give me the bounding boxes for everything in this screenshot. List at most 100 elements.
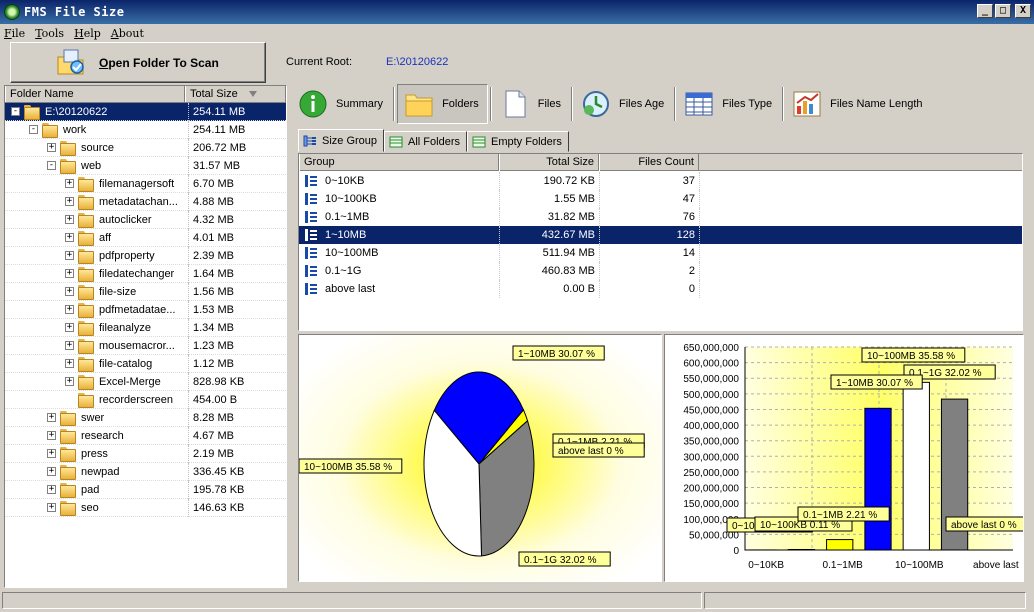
grid-row[interactable]: 0.1~1G 460.83 MB 2 xyxy=(299,262,1022,280)
expand-icon[interactable]: + xyxy=(47,467,56,476)
collapse-icon[interactable]: - xyxy=(11,107,20,116)
tab-empty-folders[interactable]: Empty Folders xyxy=(467,131,569,152)
grid-cell-files-count: 76 xyxy=(682,211,695,223)
tool-files-type[interactable]: Files Type xyxy=(678,84,780,124)
expand-icon[interactable]: + xyxy=(65,215,74,224)
grid-row[interactable]: 10~100KB 1.55 MB 47 xyxy=(299,190,1022,208)
tree-row[interactable]: + file-size 1.56 MB xyxy=(5,283,286,301)
minimize-button[interactable]: _ xyxy=(977,4,993,18)
tab-size-group[interactable]: Size Group xyxy=(298,129,385,152)
grid-row[interactable]: 10~100MB 511.94 MB 14 xyxy=(299,244,1022,262)
close-button[interactable]: X xyxy=(1015,4,1031,18)
grid-cell-total-size: 0.00 B xyxy=(563,283,595,295)
tree-row[interactable]: + filemanagersoft 6.70 MB xyxy=(5,175,286,193)
menu-help[interactable]: Help xyxy=(74,27,101,40)
tool-folders[interactable]: Folders xyxy=(397,84,488,124)
tree-row[interactable]: + swer 8.28 MB xyxy=(5,409,286,427)
expand-icon[interactable]: + xyxy=(65,323,74,332)
column-total-size[interactable]: Total Size xyxy=(499,154,599,171)
open-folder-button[interactable]: Open Folder To Scan xyxy=(10,42,266,83)
tree-row[interactable]: + file-catalog 1.12 MB xyxy=(5,355,286,373)
tree-row[interactable]: + press 2.19 MB xyxy=(5,445,286,463)
tree-row[interactable]: + pdfproperty 2.39 MB xyxy=(5,247,286,265)
tree-row[interactable]: + metadatachan... 4.88 MB xyxy=(5,193,286,211)
collapse-icon[interactable]: - xyxy=(29,125,38,134)
grid-row[interactable]: 1~10MB 432.67 MB 128 xyxy=(299,226,1022,244)
grid-row[interactable]: 0~10KB 190.72 KB 37 xyxy=(299,172,1022,190)
grid-row[interactable]: above last 0.00 B 0 xyxy=(299,280,1022,298)
toolbar-separator xyxy=(489,87,492,121)
tree-row[interactable]: + mousemacror... 1.23 MB xyxy=(5,337,286,355)
expand-icon[interactable]: + xyxy=(47,143,56,152)
tree-row[interactable]: + filedatechanger 1.64 MB xyxy=(5,265,286,283)
menu-about[interactable]: About xyxy=(111,27,144,40)
column-total-size[interactable]: Total Size xyxy=(185,86,286,102)
tree-row[interactable]: - E:\20120622 254.11 MB xyxy=(5,103,286,121)
svg-text:above last 0 %: above last 0 % xyxy=(951,520,1017,531)
tree-row[interactable]: + pdfmetadatae... 1.53 MB xyxy=(5,301,286,319)
tab-all-folders[interactable]: All Folders xyxy=(384,131,467,152)
y-tick-label: 550,000,000 xyxy=(683,374,739,385)
expand-icon[interactable]: + xyxy=(47,413,56,422)
grid-row[interactable]: 0.1~1MB 31.82 MB 76 xyxy=(299,208,1022,226)
tree-row-size: 1.34 MB xyxy=(193,322,234,334)
tree-row[interactable]: + autoclicker 4.32 MB xyxy=(5,211,286,229)
tool-files[interactable]: Files xyxy=(494,84,569,124)
tree-row[interactable]: + source 206.72 MB xyxy=(5,139,286,157)
tree-row-size: 6.70 MB xyxy=(193,178,234,190)
tree-row[interactable]: + newpad 336.45 KB xyxy=(5,463,286,481)
tree-row[interactable]: - work 254.11 MB xyxy=(5,121,286,139)
column-separator xyxy=(188,499,189,517)
tree-row-name: recorderscreen xyxy=(99,394,173,406)
column-folder-name[interactable]: Folder Name xyxy=(5,86,185,102)
column-separator xyxy=(188,229,189,247)
tree-row-name: file-size xyxy=(99,286,137,298)
column-files-count[interactable]: Files Count xyxy=(599,154,699,171)
status-pane-secondary xyxy=(704,592,1026,609)
expand-icon[interactable]: + xyxy=(47,449,56,458)
tree-row[interactable]: + aff 4.01 MB xyxy=(5,229,286,247)
tree-row[interactable]: + fileanalyze 1.34 MB xyxy=(5,319,286,337)
folder-icon xyxy=(60,159,76,174)
tree-icon xyxy=(303,135,316,146)
expand-icon[interactable]: + xyxy=(65,197,74,206)
maximize-button[interactable]: □ xyxy=(995,4,1011,18)
column-separator xyxy=(188,301,189,319)
tree-row[interactable]: + seo 146.63 KB xyxy=(5,499,286,517)
collapse-icon[interactable]: - xyxy=(47,161,56,170)
tool-files-name-length[interactable]: Files Name Length xyxy=(786,84,930,124)
expand-icon[interactable]: + xyxy=(65,341,74,350)
expand-icon[interactable]: + xyxy=(65,359,74,368)
expand-icon[interactable]: + xyxy=(65,233,74,242)
expand-icon[interactable]: + xyxy=(47,485,56,494)
expand-icon[interactable]: + xyxy=(65,251,74,260)
expand-icon[interactable]: + xyxy=(47,431,56,440)
expand-icon[interactable]: + xyxy=(65,269,74,278)
column-separator xyxy=(188,139,189,157)
expand-icon[interactable]: + xyxy=(65,179,74,188)
tool-summary[interactable]: Summary xyxy=(292,84,391,124)
tree-row-size: 4.88 MB xyxy=(193,196,234,208)
expand-icon[interactable]: + xyxy=(47,503,56,512)
menu-tools[interactable]: Tools xyxy=(35,27,64,40)
menu-file[interactable]: File xyxy=(4,27,25,40)
expand-icon[interactable]: + xyxy=(65,377,74,386)
tree-row-size: 31.57 MB xyxy=(193,160,241,172)
expand-icon[interactable]: + xyxy=(65,287,74,296)
expand-icon[interactable]: + xyxy=(65,305,74,314)
tree-row[interactable]: + Excel-Merge 828.98 KB xyxy=(5,373,286,391)
column-group[interactable]: Group xyxy=(299,154,499,171)
tree-row[interactable]: recorderscreen 454.00 B xyxy=(5,391,286,409)
tool-files-age[interactable]: Files Age xyxy=(575,84,672,124)
tree-row-size: 828.98 KB xyxy=(193,376,245,388)
tree-row[interactable]: - web 31.57 MB xyxy=(5,157,286,175)
grid-cell-total-size: 1.55 MB xyxy=(554,193,595,205)
tool-label: Files Name Length xyxy=(830,98,923,110)
tree-row-size: 254.11 MB xyxy=(193,124,246,136)
tree-row[interactable]: + research 4.67 MB xyxy=(5,427,286,445)
tool-label: Files xyxy=(537,98,561,110)
y-tick-label: 500,000,000 xyxy=(683,390,739,401)
bar-10-100kb xyxy=(787,548,816,551)
grid-cell-group: 0~10KB xyxy=(325,175,365,187)
tree-row[interactable]: + pad 195.78 KB xyxy=(5,481,286,499)
